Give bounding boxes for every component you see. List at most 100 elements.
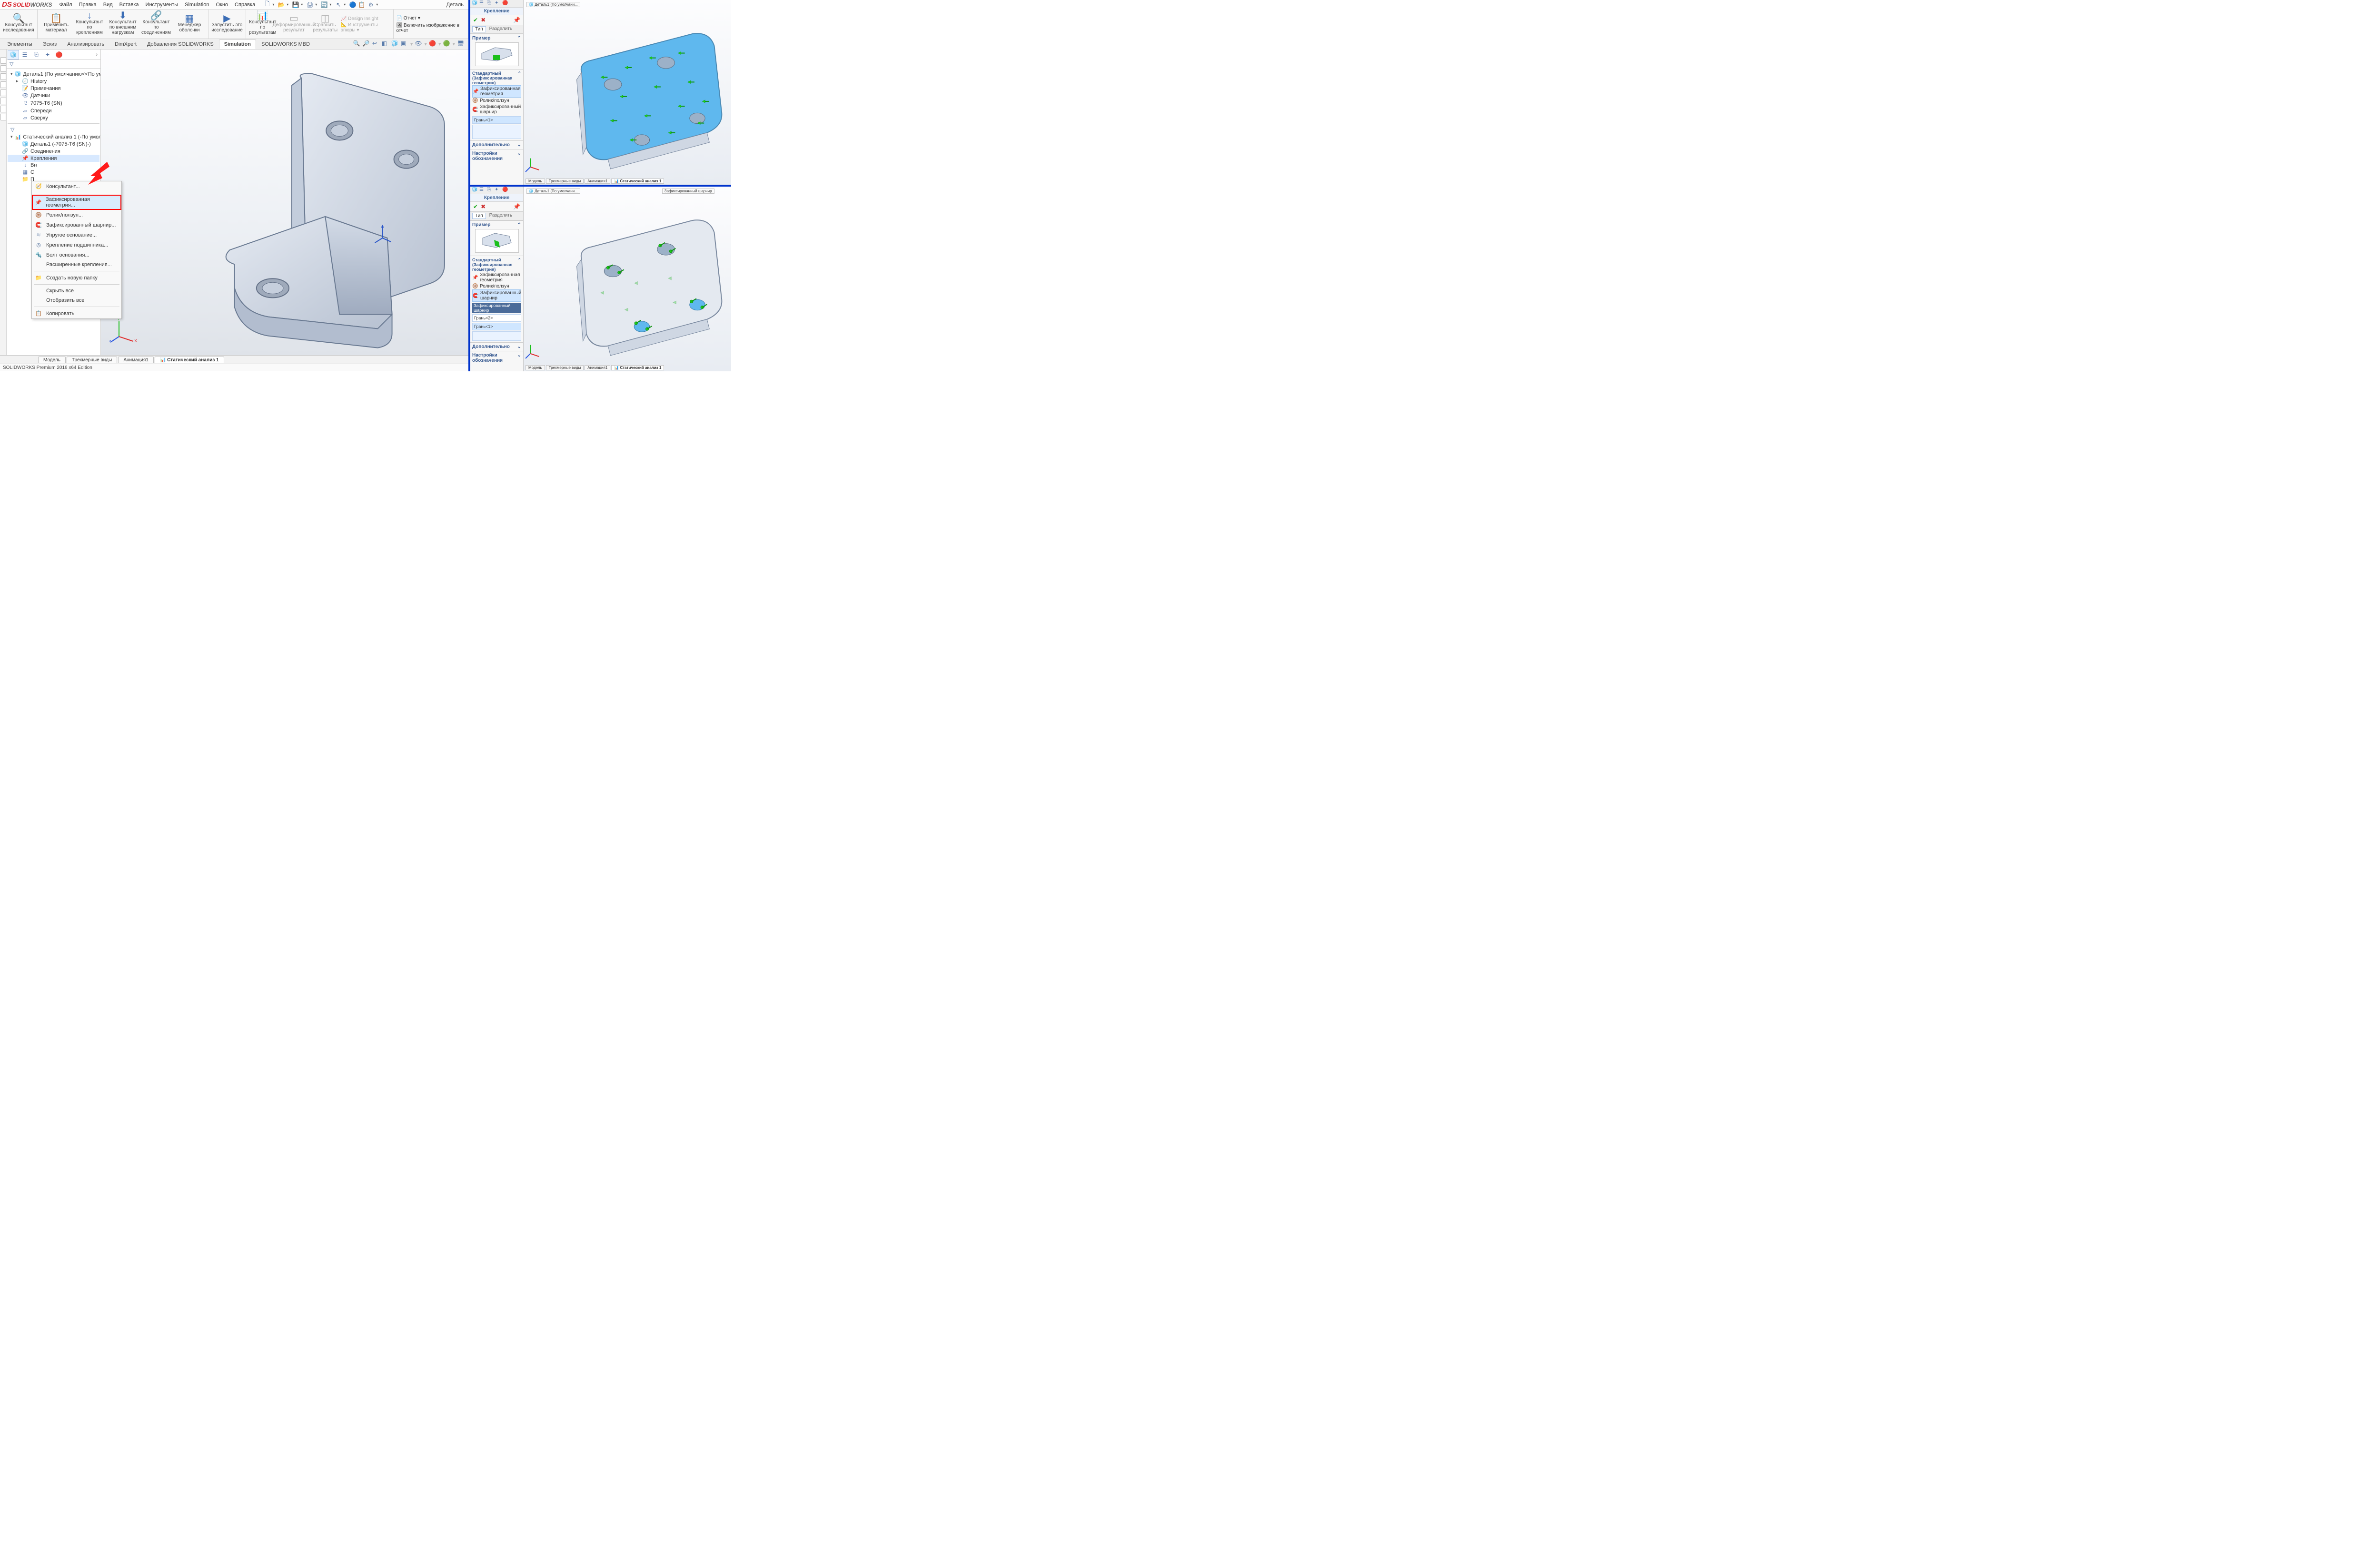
sbtab-3d-2[interactable]: Трехмерные виды (546, 365, 584, 370)
pmb-fixed-hinge[interactable]: 🧲Зафиксированный шарнир (472, 289, 521, 302)
fixtures-advisor-button[interactable]: ↓Консультант по креплениям (74, 10, 105, 38)
tree-connections[interactable]: 🔗Соединения (8, 148, 99, 155)
graphics-viewport[interactable]: Y X Z (101, 50, 468, 355)
pm-selection-face1[interactable]: Грань<1> (472, 116, 521, 124)
pm-tab1-icon[interactable]: 🧊 (472, 0, 478, 7)
pmb-tab-type[interactable]: Тип (472, 213, 486, 219)
pmb-cancel-icon[interactable]: ✖ (481, 203, 486, 210)
ctx-advanced-fixtures[interactable]: Расширенные крепления... (32, 260, 121, 269)
side-viewport-bottom[interactable]: 🧊 Деталь1 (По умолчани... Зафиксированны… (524, 187, 731, 371)
pmb-selection-box[interactable] (472, 331, 521, 341)
shell-manager-button[interactable]: ▦Менеджер оболочки (174, 10, 205, 38)
sbtab-static-2[interactable]: 📊 Статический анализ 1 (611, 365, 664, 370)
pm-fixed-hinge[interactable]: 🧲Зафиксированный шарнир (472, 104, 521, 115)
tree-sensors[interactable]: 👁Датчики (8, 92, 99, 99)
pmb-ok-icon[interactable]: ✔ (473, 203, 478, 210)
pm-cancel-icon[interactable]: ✖ (481, 17, 486, 23)
pmb-tab2-icon[interactable]: ☰ (479, 187, 486, 194)
study-advisor-button[interactable]: 🔍Консультант исследования (3, 10, 34, 38)
appearance-icon[interactable]: 🔵 (349, 1, 357, 9)
pmb-tab5-icon[interactable]: 🔴 (502, 187, 509, 194)
pmb-roller[interactable]: 🛞Ролик/ползун (472, 283, 521, 289)
taskpane-tab-7[interactable] (0, 106, 6, 112)
pmb-selection-face1[interactable]: Грань<1> (472, 323, 521, 330)
pmb-selection-face2[interactable]: Грань<2> (472, 314, 521, 322)
ctx-hide-all[interactable]: Скрыть все (32, 286, 121, 296)
save-icon[interactable]: 💾 (292, 1, 299, 9)
pm-fixed-geometry[interactable]: 📌Зафиксированная геометрия (472, 85, 521, 98)
pm-ok-icon[interactable]: ✔ (473, 17, 478, 23)
btab-3dviews[interactable]: Трехмерные виды (67, 357, 117, 363)
run-study-button[interactable]: ▶Запустить это исследование (211, 10, 243, 38)
rebuild-icon[interactable]: 🔄 (320, 1, 328, 9)
pmb-tab3-icon[interactable]: ⎘ (487, 187, 494, 194)
pm-tab5-icon[interactable]: 🔴 (502, 0, 509, 7)
pm-selection-box[interactable] (472, 125, 521, 139)
taskpane-tab-5[interactable] (0, 89, 6, 96)
fm-tab-display-icon[interactable]: 🔴 (53, 50, 65, 60)
select-icon[interactable]: ↖ (335, 1, 342, 9)
tab-sketch[interactable]: Эскиз (38, 40, 62, 49)
tab-dimxpert[interactable]: DimXpert (109, 40, 142, 49)
scene-icon[interactable]: 🟢 (443, 40, 450, 48)
pm-tab3-icon[interactable]: ⎘ (487, 0, 494, 7)
side-viewport-top[interactable]: 🧊 Деталь1 (По умолчани... (524, 0, 731, 185)
breadcrumb-root-2[interactable]: 🧊 Деталь1 (По умолчани... (526, 189, 580, 194)
display-style-icon[interactable]: ▣ (401, 40, 408, 48)
ctx-roller-slider[interactable]: 🛞Ролик/ползун... (32, 210, 121, 220)
open-icon[interactable]: 📂 (278, 1, 285, 9)
pm-tab4-icon[interactable]: ✦ (495, 0, 501, 7)
menu-help[interactable]: Справка (231, 0, 258, 10)
ctx-show-all[interactable]: Отобразить все (32, 296, 121, 305)
menu-file[interactable]: Файл (56, 0, 76, 10)
tree-front-plane[interactable]: ▱Спереди (8, 107, 99, 114)
settings-icon[interactable]: ⚙ (367, 1, 375, 9)
fm-tab-properties-icon[interactable]: ☰ (19, 50, 30, 60)
tree-part-item[interactable]: 🧊Деталь1 (-7075-T6 (SN)-) (8, 140, 99, 148)
section-view-icon[interactable]: ◧ (382, 40, 389, 48)
tab-evaluate[interactable]: Анализировать (62, 40, 109, 49)
breadcrumb-root[interactable]: 🧊 Деталь1 (По умолчани... (526, 2, 580, 7)
pm-tab-type[interactable]: Тип (472, 26, 486, 32)
taskpane-tab-2[interactable] (0, 65, 6, 72)
fm-tab-tree-icon[interactable]: 🧊 (8, 50, 19, 60)
sbtab-3d-1[interactable]: Трехмерные виды (546, 179, 584, 184)
prev-view-icon[interactable]: ↩ (372, 40, 380, 48)
fm-tab-config-icon[interactable]: ⎘ (30, 50, 42, 60)
taskpane-tab-8[interactable] (0, 114, 6, 120)
menu-simulation[interactable]: Simulation (181, 0, 212, 10)
pmb-pin-icon[interactable]: 📌 (513, 203, 520, 210)
zoom-fit-icon[interactable]: 🔍 (353, 40, 361, 48)
zoom-area-icon[interactable]: 🔎 (363, 40, 370, 48)
taskpane-tab-6[interactable] (0, 98, 6, 104)
ctx-copy[interactable]: 📋Копировать (32, 308, 121, 318)
new-icon[interactable]: 🗋 (263, 1, 271, 9)
apply-material-button[interactable]: 📋Применить материал (40, 10, 72, 38)
print-icon[interactable]: 🖨 (306, 1, 314, 9)
menu-window[interactable]: Окно (212, 0, 231, 10)
pmb-tab-split[interactable]: Разделить (487, 213, 515, 219)
tree-study[interactable]: ▾📊Статический анализ 1 (-По умолчанию- (8, 133, 99, 140)
ctx-bearing-fixture[interactable]: ◎Крепление подшипника... (32, 240, 121, 250)
tree-top-plane[interactable]: ▱Сверху (8, 114, 99, 121)
ctx-new-folder[interactable]: 📁Создать новую папку (32, 273, 121, 283)
taskpane-tab-4[interactable] (0, 81, 6, 88)
sbtab-model-2[interactable]: Модель (526, 365, 545, 370)
view-orientation-icon[interactable]: 🧊 (391, 40, 399, 48)
pmb-tab4-icon[interactable]: ✦ (495, 187, 501, 194)
btab-motion[interactable]: Анимация1 (118, 357, 154, 363)
btab-model[interactable]: Модель (38, 357, 66, 363)
tree-history[interactable]: ▸🕘History (8, 78, 99, 85)
tab-simulation[interactable]: Simulation (219, 40, 256, 49)
pmb-tab1-icon[interactable]: 🧊 (472, 187, 478, 194)
menu-tools[interactable]: Инструменты (142, 0, 182, 10)
ctx-elastic-support[interactable]: ≋Упругое основание... (32, 230, 121, 240)
tab-mbd[interactable]: SOLIDWORKS MBD (256, 40, 315, 49)
tree-root[interactable]: ▾🧊Деталь1 (По умолчанию<<По умол (8, 70, 99, 78)
sbtab-model-1[interactable]: Модель (526, 179, 545, 184)
menu-edit[interactable]: Правка (76, 0, 100, 10)
external-loads-advisor-button[interactable]: ⬇Консультант по внешним нагрузкам (107, 10, 139, 38)
sbtab-motion-2[interactable]: Анимация1 (585, 365, 610, 370)
pmb-fixed-geometry[interactable]: 📌Зафиксированная геометрия (472, 272, 521, 283)
connections-advisor-button[interactable]: 🔗Консультант по соединениям (140, 10, 172, 38)
